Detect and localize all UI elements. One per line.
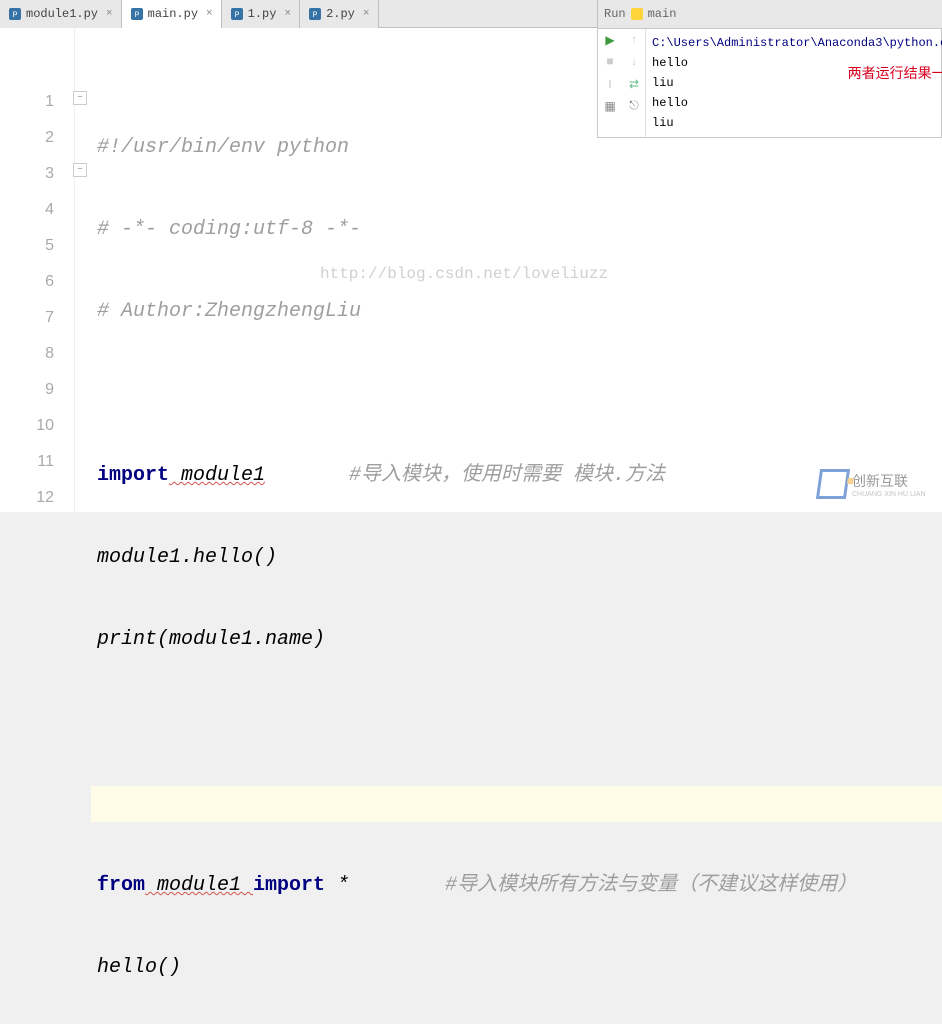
run-output-panel: ▶ ↑ ■ ↓ ‖ ⇄ ▦ ⎋ C:\Users\Administrator\A… (597, 28, 942, 138)
step-down-icon[interactable]: ↓ (622, 51, 646, 73)
code-line: hello() (97, 956, 181, 979)
tab-label: main.py (148, 7, 198, 21)
output-line: hello (652, 93, 942, 113)
python-file-icon (630, 7, 644, 21)
python-file-icon: P (8, 7, 22, 21)
code-line: module1.hello() (97, 546, 277, 569)
wrap-icon[interactable]: ⇄ (622, 73, 646, 95)
code-line: #!/usr/bin/env python (97, 136, 349, 159)
comment: #导入模块，使用时需要 模块.方法 (265, 464, 665, 487)
close-icon[interactable]: × (206, 8, 213, 20)
python-file-icon: P (230, 7, 244, 21)
keyword: import (253, 874, 325, 897)
run-target: main (648, 7, 677, 21)
run-panel-header: Run main (597, 0, 942, 28)
svg-text:P: P (134, 11, 139, 20)
tab-label: 2.py (326, 7, 355, 21)
svg-text:P: P (313, 11, 318, 20)
editor-tabs: P module1.py × P main.py × P 1.py × P 2.… (0, 0, 379, 28)
run-output[interactable]: C:\Users\Administrator\Anaconda3\python.… (646, 29, 942, 137)
annotation-note: 两者运行结果一致 (848, 63, 942, 83)
module-name: module1 (169, 464, 265, 487)
line-gutter: 1234 5678 9101112 (0, 28, 75, 512)
keyword: import (97, 464, 169, 487)
code-line: # -*- coding:utf-8 -*- (97, 218, 361, 241)
fold-column: – – (75, 28, 91, 512)
run-toolbar: ▶ ↑ ■ ↓ ‖ ⇄ ▦ ⎋ (598, 29, 646, 137)
comment: #导入模块所有方法与变量（不建议这样使用） (349, 874, 857, 897)
brand-watermark: 创新互联 CHUANG XIN HU LIAN (818, 460, 938, 508)
stop-icon[interactable]: ■ (598, 51, 622, 73)
python-file-icon: P (130, 7, 144, 21)
tab-label: module1.py (26, 7, 98, 21)
brand-logo-icon (816, 469, 850, 499)
brand-text-bot: CHUANG XIN HU LIAN (852, 491, 926, 498)
close-icon[interactable]: × (106, 8, 113, 20)
exit-icon[interactable]: ⎋ (622, 95, 646, 117)
tab-2py[interactable]: P 2.py × (300, 0, 378, 28)
run-label: Run (604, 7, 626, 21)
close-icon[interactable]: × (284, 8, 291, 20)
play-icon[interactable]: ▶ (598, 29, 622, 51)
module-name: module1 (145, 874, 253, 897)
tab-label: 1.py (248, 7, 277, 21)
svg-text:P: P (234, 11, 239, 20)
python-file-icon: P (308, 7, 322, 21)
fold-icon[interactable]: – (73, 91, 87, 105)
interpreter-path: C:\Users\Administrator\Anaconda3\python.… (652, 33, 942, 53)
layout-icon[interactable]: ▦ (598, 95, 622, 117)
pause-icon[interactable]: ‖ (598, 73, 622, 95)
keyword: from (97, 874, 145, 897)
code-text: (module1.name) (157, 628, 325, 651)
tab-1py[interactable]: P 1.py × (222, 0, 300, 28)
code-line: # Author:ZhengzhengLiu (97, 300, 361, 323)
tab-module1[interactable]: P module1.py × (0, 0, 122, 28)
brand-text-top: 创新互联 (852, 471, 926, 491)
star: * (325, 874, 349, 897)
tab-main[interactable]: P main.py × (122, 0, 222, 28)
blog-watermark: http://blog.csdn.net/loveliuzz (320, 265, 608, 283)
builtin: print (97, 628, 157, 651)
svg-text:P: P (13, 11, 18, 20)
output-line: liu (652, 113, 942, 133)
step-up-icon[interactable]: ↑ (622, 29, 646, 51)
close-icon[interactable]: × (363, 8, 370, 20)
fold-icon[interactable]: – (73, 163, 87, 177)
